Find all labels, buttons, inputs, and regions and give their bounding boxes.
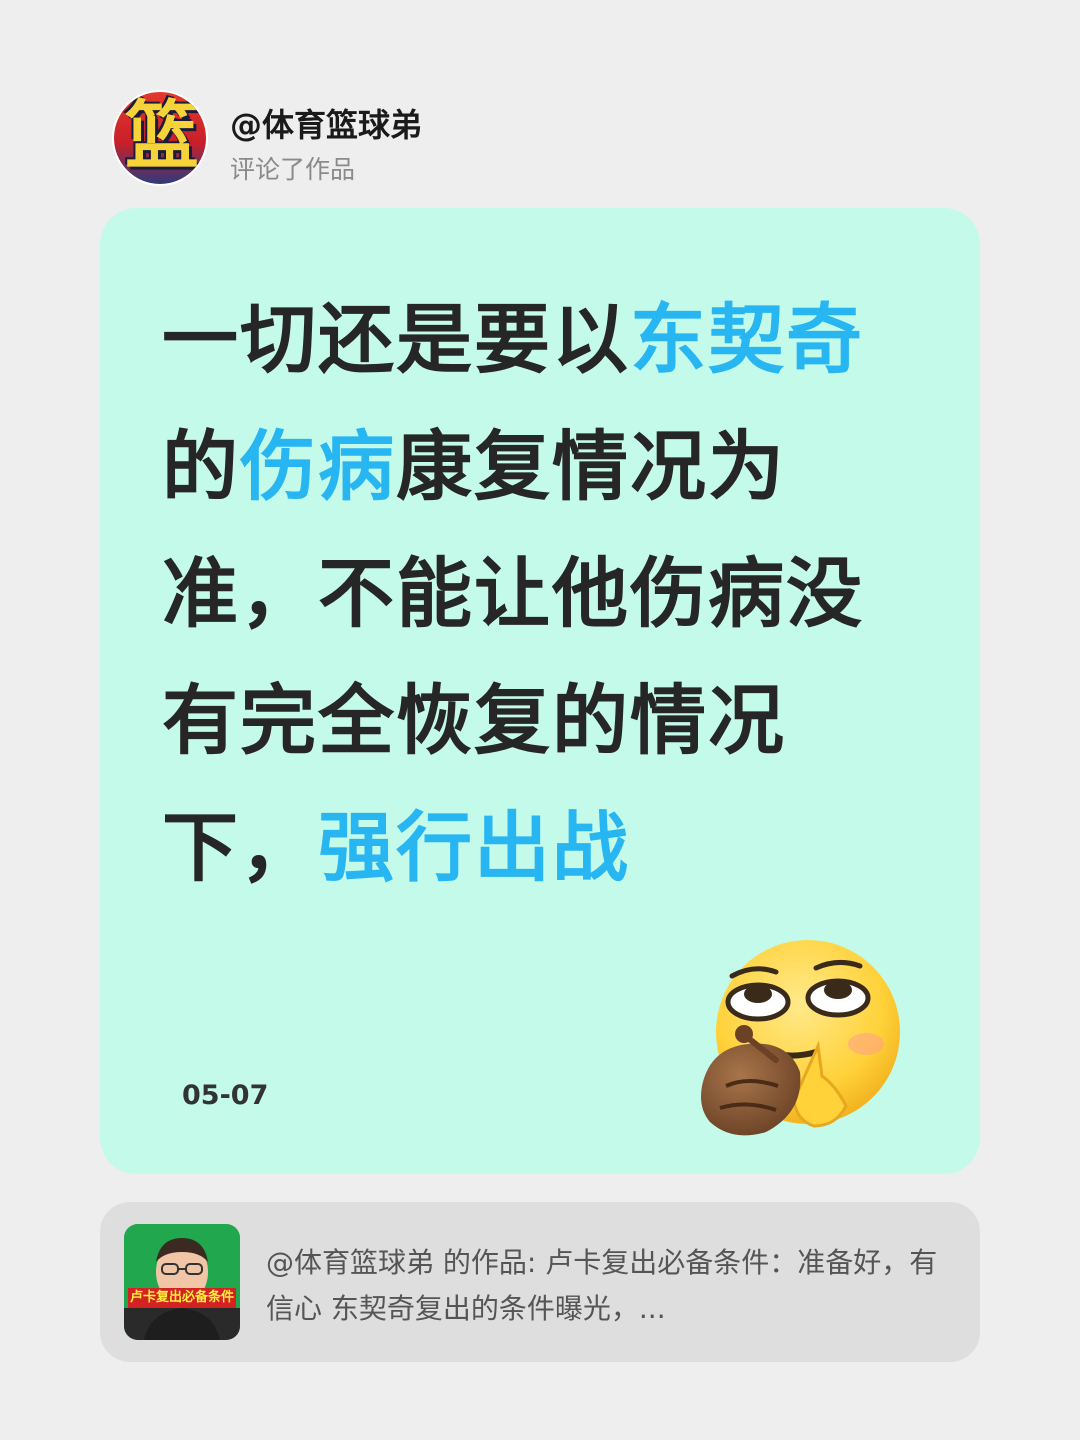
referenced-video-card[interactable]: 卢卡复出必备条件 @体育篮球弟 的作品: 卢卡复出必备条件：准备好，有信心 东契… [100,1202,980,1362]
referenced-work-text: @体育篮球弟 的作品: 卢卡复出必备条件：准备好，有信心 东契奇复出的条件曝光，… [266,1246,938,1325]
eye-roll-emoji-icon [696,936,908,1146]
thumbnail-caption: 卢卡复出必备条件 [128,1288,236,1308]
comment-date: 05-07 [182,1080,269,1111]
quote-text: 的 [162,422,240,511]
avatar-glyph: 篮 [125,93,199,179]
quote-text: 一切还是要以 [162,295,630,384]
user-name[interactable]: @体育篮球弟 [230,100,422,146]
quote-highlight: 强行出战 [318,803,630,892]
action-subtitle: 评论了作品 [230,155,356,184]
avatar[interactable]: 篮 [112,90,208,186]
quote-highlight: 伤病 [240,422,396,511]
quote-highlight: 东契奇 [630,295,864,384]
video-thumbnail[interactable]: 卢卡复出必备条件 [124,1224,240,1340]
comment-card: 一切还是要以东契奇的伤病康复情况为准，不能让他伤病没有完全恢复的情况下，强行出战… [100,208,980,1174]
person-thumbnail-icon [124,1224,240,1340]
comment-quote: 一切还是要以东契奇的伤病康复情况为准，不能让他伤病没有完全恢复的情况下，强行出战 [162,276,912,911]
